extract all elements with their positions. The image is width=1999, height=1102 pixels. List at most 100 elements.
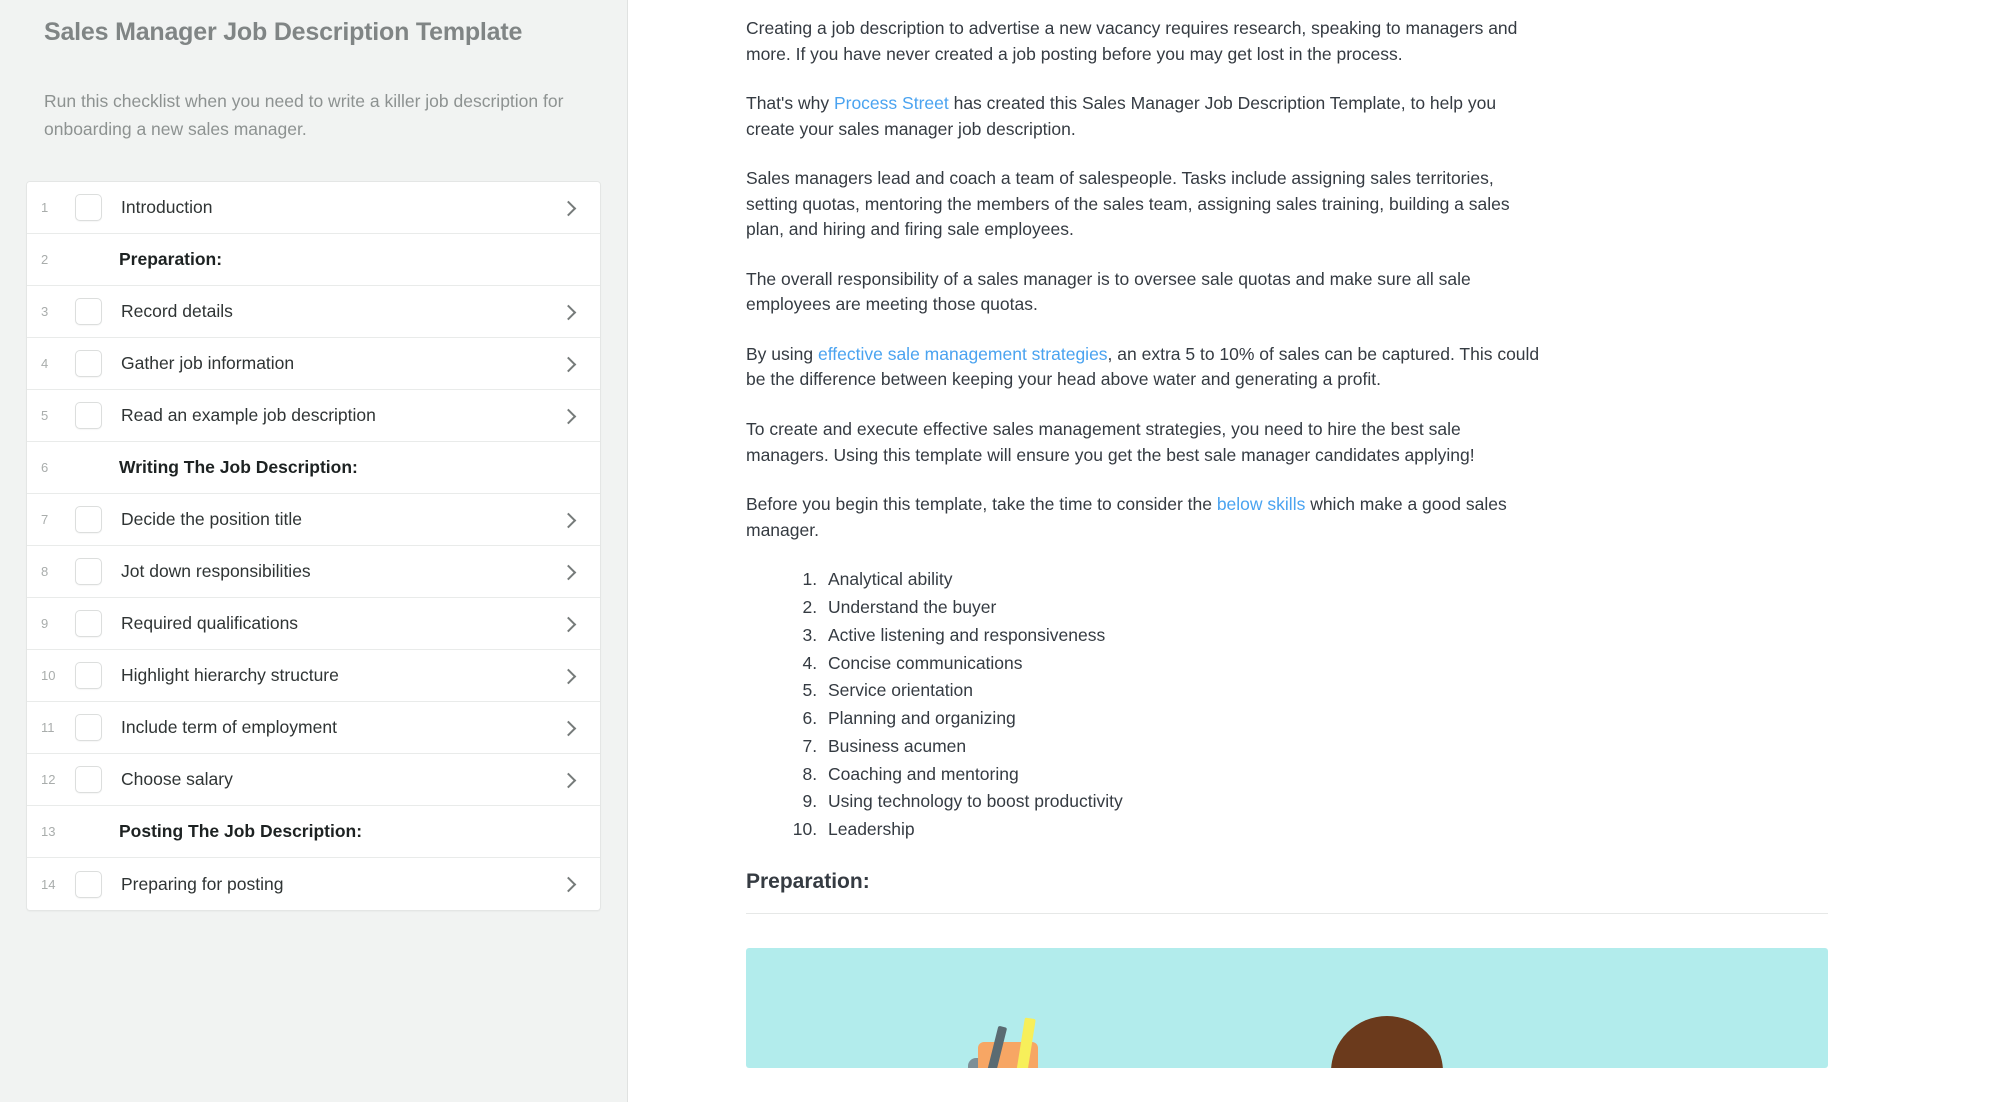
paragraph-5-before: By using: [746, 343, 818, 364]
checklist-task-row[interactable]: 8 Jot down responsibilities: [27, 546, 600, 599]
template-header: Sales Manager Job Description Template R…: [0, 0, 627, 143]
intro-paragraph-7: Before you begin this template, take the…: [746, 492, 1546, 543]
checklist-task-row[interactable]: 4 Gather job information: [27, 338, 600, 391]
page-title: Sales Manager Job Description Template: [44, 18, 523, 46]
checklist-card: 1 Introduction 2 Preparation: 3 Record detail…: [26, 181, 601, 912]
app-root: Sales Manager Job Description Template R…: [0, 0, 1999, 1102]
skill-list-item: Coaching and mentoring: [822, 763, 1828, 786]
checklist-section-heading-row[interactable]: 13 Posting The Job Description:: [27, 806, 600, 859]
chevron-right-icon[interactable]: [560, 771, 578, 789]
skill-list-item: Analytical ability: [822, 568, 1828, 591]
task-index: 7: [41, 512, 49, 528]
checklist-task-row[interactable]: 9 Required qualifications: [27, 598, 600, 651]
task-content-pane: Creating a job description to advertise …: [628, 0, 1999, 1102]
chevron-right-icon[interactable]: [560, 303, 578, 321]
checklist-section-heading-row[interactable]: 2 Preparation:: [27, 234, 600, 287]
task-index: 10: [41, 668, 56, 684]
chevron-right-icon[interactable]: [560, 875, 578, 893]
template-description: Run this checklist when you need to writ…: [44, 90, 564, 139]
task-index: 9: [41, 616, 49, 632]
checklist-task-row[interactable]: 14 Preparing for posting: [27, 858, 600, 911]
paragraph-7-before: Before you begin this template, take the…: [746, 494, 1217, 515]
checklist-task-row[interactable]: 5 Read an example job description: [27, 390, 600, 443]
chevron-right-icon[interactable]: [560, 667, 578, 685]
task-index: 4: [41, 356, 49, 372]
task-label: Preparation:: [119, 249, 223, 270]
skill-list-item: Active listening and responsiveness: [822, 624, 1828, 647]
checklist-task-row[interactable]: 3 Record details: [27, 286, 600, 339]
paragraph-2-before: That's why: [746, 93, 834, 114]
skill-list-item: Business acumen: [822, 735, 1828, 758]
task-index: 1: [41, 200, 49, 216]
task-label: Choose salary: [121, 769, 233, 790]
checklist-task-row[interactable]: 12 Choose salary: [27, 754, 600, 807]
task-checkbox[interactable]: [75, 558, 102, 586]
section-divider: [746, 912, 1828, 914]
checklist-task-row[interactable]: 1 Introduction: [27, 182, 600, 235]
task-checkbox[interactable]: [75, 870, 102, 898]
chevron-right-icon[interactable]: [560, 615, 578, 633]
task-index: 8: [41, 564, 49, 580]
task-label: Posting The Job Description:: [119, 821, 363, 842]
task-label: Read an example job description: [121, 405, 376, 426]
intro-paragraph-3: Sales managers lead and coach a team of …: [746, 168, 1510, 240]
illustration-person-head: [1331, 1015, 1443, 1068]
task-checkbox[interactable]: [75, 506, 102, 534]
below-skills-link[interactable]: below skills: [1217, 494, 1306, 514]
intro-paragraph-5: By using effective sale management strat…: [746, 342, 1546, 393]
chevron-right-icon[interactable]: [560, 511, 578, 529]
task-label: Writing The Job Description:: [119, 457, 358, 478]
task-index: 12: [41, 772, 56, 788]
task-index: 6: [41, 460, 49, 476]
task-label: Gather job information: [121, 353, 295, 374]
intro-paragraph-6: To create and execute effective sales ma…: [746, 419, 1475, 465]
intro-paragraph-2: That's why Process Street has created th…: [746, 91, 1546, 142]
skill-list-item: Understand the buyer: [822, 596, 1828, 619]
sale-management-strategies-link[interactable]: effective sale management strategies: [818, 344, 1108, 364]
checklist-task-row[interactable]: 11 Include term of employment: [27, 702, 600, 755]
task-label: Required qualifications: [121, 613, 299, 634]
intro-paragraph-4: The overall responsibility of a sales ma…: [746, 268, 1471, 315]
task-label: Record details: [121, 301, 233, 322]
task-label: Include term of employment: [121, 717, 337, 738]
task-label: Jot down responsibilities: [121, 561, 311, 582]
skill-list-item: Concise communications: [822, 652, 1828, 675]
task-index: 11: [41, 720, 55, 736]
process-street-link[interactable]: Process Street: [834, 93, 949, 113]
task-index: 13: [41, 824, 56, 840]
task-index: 2: [41, 252, 49, 268]
task-checkbox[interactable]: [75, 610, 102, 638]
skill-list-item: Service orientation: [822, 679, 1828, 702]
checklist-pane: Sales Manager Job Description Template R…: [0, 0, 628, 1102]
task-description-body: Creating a job description to advertise …: [628, 0, 1828, 1068]
task-checkbox[interactable]: [75, 766, 102, 794]
task-label: Decide the position title: [121, 509, 302, 530]
task-label: Introduction: [121, 197, 213, 218]
task-checkbox[interactable]: [75, 402, 102, 430]
skill-list-item: Leadership: [822, 818, 1828, 841]
task-checkbox[interactable]: [75, 350, 102, 378]
skill-list-item: Planning and organizing: [822, 707, 1828, 730]
chevron-right-icon[interactable]: [560, 199, 578, 217]
task-checkbox[interactable]: [75, 662, 102, 690]
task-index: 14: [41, 876, 56, 892]
preparation-banner-image: [746, 947, 1828, 1068]
task-label: Highlight hierarchy structure: [121, 665, 339, 686]
chevron-right-icon[interactable]: [560, 719, 578, 737]
skill-list-item: Using technology to boost productivity: [822, 790, 1828, 813]
section-heading-preparation: Preparation:: [746, 870, 870, 894]
checklist-section-heading-row[interactable]: 6 Writing The Job Description:: [27, 442, 600, 495]
chevron-right-icon[interactable]: [560, 407, 578, 425]
task-checkbox[interactable]: [75, 194, 102, 222]
task-label: Preparing for posting: [121, 873, 284, 894]
checklist-task-row[interactable]: 7 Decide the position title: [27, 494, 600, 547]
chevron-right-icon[interactable]: [560, 563, 578, 581]
intro-paragraph-1: Creating a job description to advertise …: [746, 18, 1518, 64]
task-checkbox[interactable]: [75, 714, 102, 742]
checklist-task-row[interactable]: 10 Highlight hierarchy structure: [27, 650, 600, 703]
task-index: 3: [41, 304, 49, 320]
chevron-right-icon[interactable]: [560, 355, 578, 373]
task-checkbox[interactable]: [75, 298, 102, 326]
skills-list: Analytical ability Understand the buyer Ac…: [746, 568, 1828, 841]
task-index: 5: [41, 408, 49, 424]
